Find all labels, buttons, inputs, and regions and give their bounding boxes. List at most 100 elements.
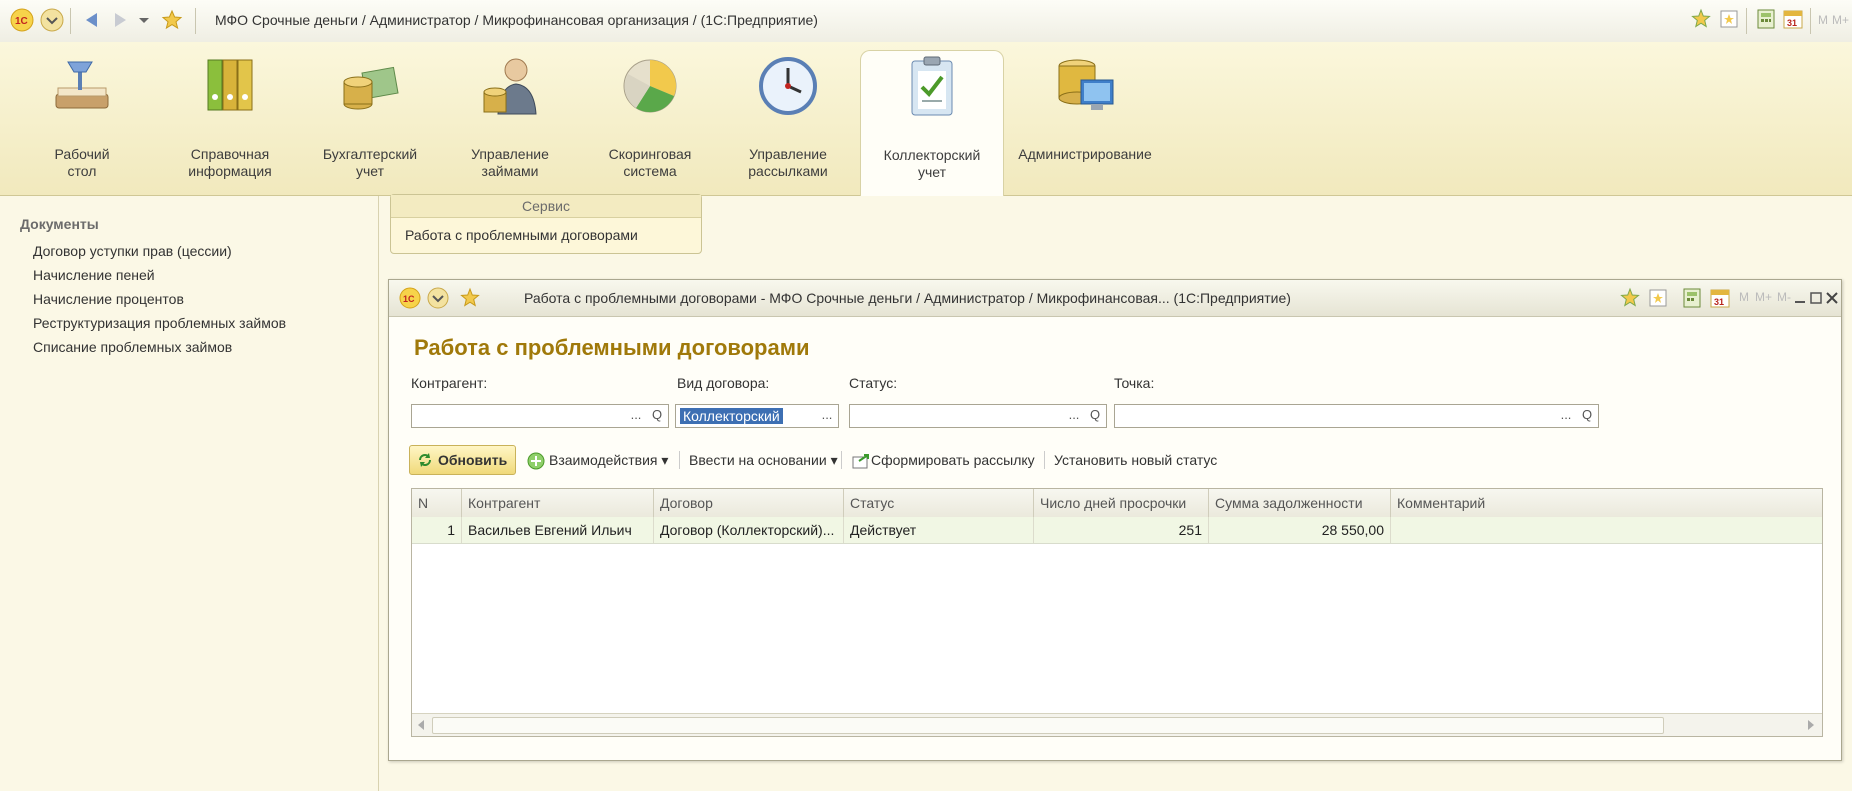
refresh-button[interactable]: Обновить — [409, 445, 517, 475]
back-arrow-icon[interactable] — [80, 8, 104, 32]
nav-item-interest[interactable]: Начисление процентов — [33, 291, 184, 307]
memory-m-button[interactable]: M — [1739, 290, 1749, 304]
section-label-line1: Бухгалтерский — [322, 146, 418, 162]
svg-text:1C: 1C — [15, 16, 28, 27]
service-panel: Сервис Работа с проблемными договорами — [390, 194, 702, 254]
select-button[interactable]: ... — [817, 406, 837, 426]
contract-type-field[interactable]: Коллекторский ... — [675, 404, 839, 428]
section-collection[interactable]: Коллекторский учет — [860, 50, 1004, 197]
maximize-icon[interactable] — [1809, 288, 1823, 308]
section-label-line2: система — [623, 163, 677, 179]
favorites-star-icon[interactable] — [459, 287, 481, 309]
select-button[interactable]: ... — [1556, 406, 1576, 426]
sections-panel: Рабочий стол Справочная информация Бухгалт… — [0, 42, 1852, 197]
favorites-list-icon[interactable] — [1647, 287, 1669, 309]
create-mailing-button[interactable]: Сформировать рассылку — [851, 445, 1035, 475]
section-label-line1: Администрирование — [1018, 146, 1152, 162]
close-icon[interactable] — [1825, 288, 1839, 308]
interactions-label: Взаимодействия — [549, 452, 658, 468]
point-field[interactable]: ... Q — [1114, 404, 1599, 428]
app-title: МФО Срочные деньги / Администратор / Мик… — [215, 12, 818, 28]
favorites-list-icon[interactable] — [1718, 8, 1740, 30]
set-status-button[interactable]: Установить новый статус — [1054, 445, 1217, 475]
section-mailings[interactable]: Управление рассылками — [728, 42, 848, 195]
search-icon[interactable]: Q — [1085, 406, 1105, 426]
minimize-icon[interactable] — [1793, 288, 1807, 308]
enter-based-on-label: Ввести на основании — [689, 452, 827, 468]
favorites-star-icon[interactable] — [160, 8, 184, 32]
main-menu-icon[interactable] — [40, 8, 64, 32]
calculator-icon[interactable] — [1755, 8, 1777, 30]
service-link-problem-contracts[interactable]: Работа с проблемными договорами — [405, 227, 638, 243]
nav-item-penalties[interactable]: Начисление пеней — [33, 267, 155, 283]
memory-m-button[interactable]: M — [1818, 13, 1828, 27]
section-label-line1: Скоринговая — [608, 146, 692, 162]
select-button[interactable]: ... — [626, 406, 646, 426]
cell-counterparty: Васильев Евгений Ильич — [462, 517, 654, 543]
column-header-counterparty[interactable]: Контрагент — [462, 489, 654, 517]
section-label-line2: учет — [355, 163, 385, 179]
scroll-left-icon[interactable] — [416, 718, 426, 732]
scrollbar-thumb[interactable] — [432, 717, 1664, 734]
search-icon[interactable]: Q — [647, 406, 667, 426]
column-header-debt[interactable]: Сумма задолженности — [1209, 489, 1391, 517]
1c-logo-icon[interactable]: 1C — [399, 287, 421, 309]
left-nav-panel: Документы Договор уступки прав (цессии) … — [0, 196, 379, 791]
clock-icon — [754, 52, 822, 120]
person-coins-icon — [476, 52, 544, 120]
column-header-contract[interactable]: Договор — [654, 489, 844, 517]
column-header-status[interactable]: Статус — [844, 489, 1034, 517]
nav-item-restructuring[interactable]: Реструктуризация проблемных займов — [33, 315, 286, 331]
column-header-days-overdue[interactable]: Число дней просрочки — [1034, 489, 1209, 517]
column-header-comment[interactable]: Комментарий — [1391, 489, 1822, 517]
section-loans[interactable]: Управление займами — [450, 42, 570, 195]
search-icon[interactable]: Q — [1577, 406, 1597, 426]
cell-status: Действует — [844, 517, 1034, 543]
add-favorite-icon[interactable] — [1690, 8, 1712, 30]
section-accounting[interactable]: Бухгалтерский учет — [305, 42, 435, 195]
1c-logo-icon[interactable]: 1C — [10, 8, 34, 32]
table-row[interactable]: 1 Васильев Евгений Ильич Договор (Коллек… — [412, 517, 1822, 544]
nav-item-writeoff[interactable]: Списание проблемных займов — [33, 339, 232, 355]
scroll-right-icon[interactable] — [1806, 718, 1816, 732]
cell-contract: Договор (Коллекторский)... — [654, 517, 844, 543]
status-field[interactable]: ... Q — [849, 404, 1107, 428]
history-dropdown-icon[interactable] — [136, 8, 152, 32]
section-reference[interactable]: Справочная информация — [165, 42, 295, 195]
forward-arrow-icon[interactable] — [108, 8, 132, 32]
calculator-icon[interactable] — [1681, 287, 1703, 309]
memory-mminus-button[interactable]: M- — [1777, 290, 1791, 304]
horizontal-scrollbar[interactable] — [412, 713, 1822, 736]
section-label-line2: стол — [67, 163, 97, 179]
cell-n: 1 — [412, 517, 462, 543]
svg-text:31: 31 — [1714, 297, 1724, 307]
create-mailing-label: Сформировать рассылку — [871, 452, 1035, 468]
enter-based-on-button[interactable]: Ввести на основании ▾ — [689, 445, 838, 475]
add-favorite-icon[interactable] — [1619, 287, 1641, 309]
section-label-line2: учет — [917, 164, 947, 180]
counterparty-field[interactable]: ... Q — [411, 404, 669, 428]
pie-chart-icon — [616, 52, 684, 120]
point-label: Точка: — [1114, 375, 1155, 391]
contracts-table[interactable]: N Контрагент Договор Статус Число дней п… — [411, 488, 1823, 737]
calendar-icon[interactable]: 31 — [1782, 8, 1804, 30]
window-menu-icon[interactable] — [427, 287, 449, 309]
section-scoring[interactable]: Скоринговая система — [590, 42, 710, 195]
svg-text:31: 31 — [1787, 18, 1797, 28]
window-title: Работа с проблемными договорами - МФО Ср… — [524, 290, 1291, 306]
service-title: Сервис — [391, 195, 701, 218]
nav-item-cession[interactable]: Договор уступки прав (цессии) — [33, 243, 232, 259]
section-administration[interactable]: Администрирование — [1010, 42, 1160, 195]
memory-mplus-button[interactable]: M+ — [1832, 13, 1849, 27]
section-label-line1: Управление — [749, 146, 827, 162]
column-header-n[interactable]: N — [412, 489, 462, 517]
interactions-button[interactable]: Взаимодействия ▾ — [527, 445, 668, 475]
contract-type-value: Коллекторский — [680, 408, 783, 424]
cell-comment — [1391, 517, 1822, 543]
memory-mplus-button[interactable]: M+ — [1755, 290, 1772, 304]
calendar-icon[interactable]: 31 — [1709, 287, 1731, 309]
window-titlebar: 1C Работа с проблемными договорами - МФО… — [389, 280, 1841, 317]
section-desktop[interactable]: Рабочий стол — [22, 42, 142, 195]
section-label-line2: информация — [188, 163, 272, 179]
select-button[interactable]: ... — [1064, 406, 1084, 426]
